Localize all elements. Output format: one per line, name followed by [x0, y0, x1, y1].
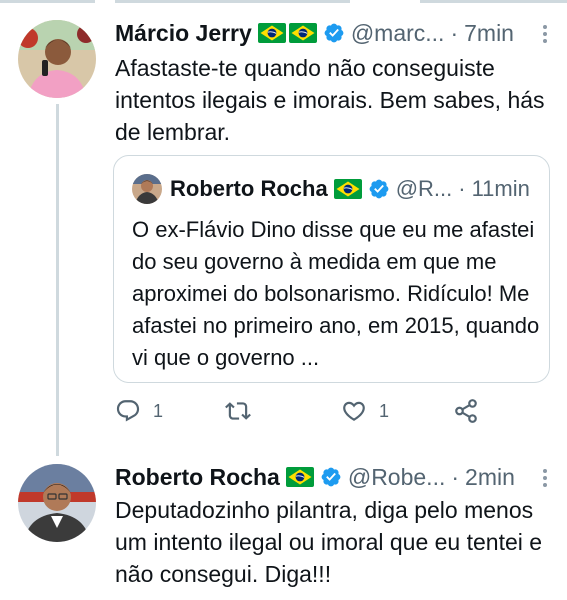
flag-group [286, 467, 317, 487]
author-handle[interactable]: @marc... [351, 20, 445, 47]
brazil-flag-icon [289, 23, 317, 43]
tweet-header: Márcio Jerry @marc... · 7min [115, 16, 514, 50]
more-options-icon[interactable] [535, 22, 555, 46]
timestamp[interactable]: 7min [464, 20, 514, 47]
quoted-author-handle: @R... [395, 176, 453, 201]
quoted-tweet[interactable]: Roberto Rocha @R... · 11min O ex-Flávio … [113, 155, 550, 383]
brazil-flag-icon [258, 23, 286, 43]
avatar[interactable] [18, 464, 96, 542]
separator-dot: · [450, 19, 459, 46]
like-button[interactable]: 1 [341, 398, 389, 424]
tweet-text: Afastaste-te quando não conseguiste inte… [115, 55, 545, 145]
tweet[interactable]: Roberto Rocha @Robe... · 2min Deputadozi… [0, 450, 567, 600]
flag-group [334, 179, 365, 199]
avatar[interactable] [18, 20, 96, 98]
quoted-tweet-header: Roberto Rocha @R... · 11min [132, 174, 530, 204]
tweet-actions: 1 1 [113, 398, 553, 432]
separator-dot: · [451, 463, 460, 490]
like-icon [343, 401, 365, 421]
quoted-tweet-text: O ex-Flávio Dino disse que eu me afastei… [132, 217, 540, 370]
avatar [132, 174, 162, 204]
timestamp[interactable]: 2min [465, 464, 515, 491]
brazil-flag-icon [286, 467, 314, 487]
retweet-button[interactable] [225, 398, 263, 424]
author-handle[interactable]: @Robe... [348, 464, 446, 491]
verified-badge-icon [368, 178, 390, 200]
retweet-icon [225, 402, 251, 420]
author-name[interactable]: Márcio Jerry [115, 20, 252, 47]
share-button[interactable] [453, 398, 479, 424]
flag-group [258, 23, 320, 43]
tweet[interactable]: Márcio Jerry @marc... · 7min Afastaste-t… [0, 0, 567, 456]
reply-button[interactable]: 1 [115, 398, 163, 424]
thread-line [56, 104, 59, 456]
more-options-icon[interactable] [535, 466, 555, 490]
separator-dot: · [458, 176, 466, 201]
brazil-flag-icon [334, 179, 362, 199]
reply-count: 1 [153, 400, 164, 421]
share-icon [455, 399, 477, 423]
verified-badge-icon [323, 22, 345, 44]
quoted-author-name: Roberto Rocha [170, 176, 328, 201]
reply-icon [116, 400, 140, 422]
author-name[interactable]: Roberto Rocha [115, 464, 280, 491]
like-count: 1 [379, 400, 390, 421]
tweet-text: Deputadozinho pilantra, diga pelo menos … [115, 497, 543, 587]
tweet-header: Roberto Rocha @Robe... · 2min [115, 460, 515, 494]
verified-badge-icon [320, 466, 342, 488]
quoted-timestamp: 11min [471, 176, 530, 201]
